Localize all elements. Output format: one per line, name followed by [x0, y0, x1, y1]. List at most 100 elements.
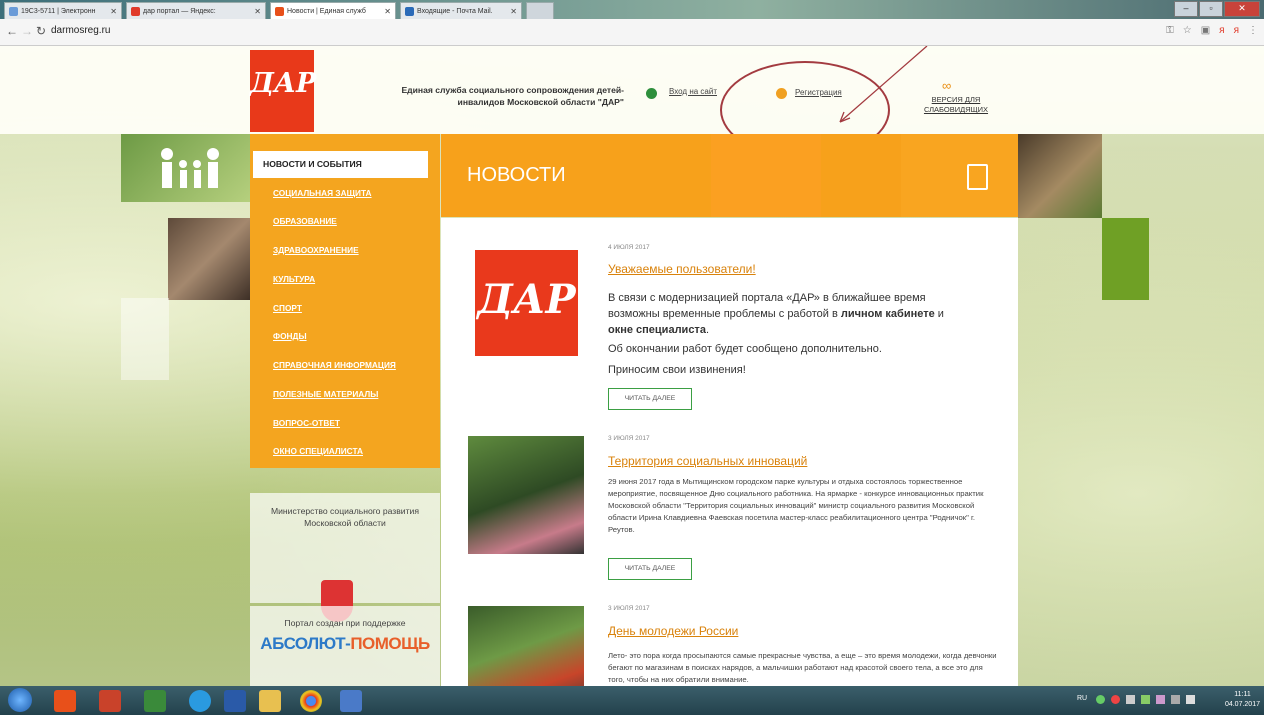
extension-icon[interactable]: ▣	[1201, 25, 1210, 36]
sidebar-item-faq[interactable]: ВОПРОС-ОТВЕТ	[273, 418, 340, 428]
tab-favicon-icon	[9, 7, 18, 16]
hands-photo-tile	[168, 218, 250, 300]
news-photo[interactable]	[468, 606, 584, 686]
news-banner: НОВОСТИ	[441, 134, 1018, 217]
new-tab-button[interactable]	[526, 2, 554, 19]
yandex-icon[interactable]: я	[1219, 25, 1224, 36]
sidebar-item-materials[interactable]: ПОЛЕЗНЫЕ МАТЕРИАЛЫ	[273, 389, 378, 399]
plant-photo-tile	[1018, 134, 1102, 218]
news-text: В связи с модернизацией портала «ДАР» в …	[608, 292, 944, 336]
windows-taskbar: RU 11:11 04.07.2017	[0, 686, 1264, 715]
tray-icon[interactable]	[1156, 695, 1165, 704]
tray-icon[interactable]	[1111, 695, 1120, 704]
news-text: 29 июня 2017 года в Мытищинском городско…	[608, 477, 984, 534]
sidebar-item-culture[interactable]: КУЛЬТУРА	[273, 274, 315, 284]
forward-icon[interactable]: →	[21, 24, 33, 38]
minimize-button[interactable]: –	[1174, 1, 1198, 17]
tab-favicon-icon	[405, 7, 414, 16]
maximize-button[interactable]: ▫	[1199, 1, 1223, 17]
ministry-label: Министерство социального развития Москов…	[270, 506, 420, 528]
sidebar-items: СОЦИАЛЬНАЯ ЗАЩИТА ОБРАЗОВАНИЕ ЗДРАВООХРА…	[250, 134, 440, 468]
support-box[interactable]: Портал создан при поддержке АБСОЛЮТ-ПОМО…	[250, 606, 440, 686]
annotation-arrow	[839, 46, 928, 123]
browser-tab-3-active[interactable]: Новости | Единая служб ✕	[270, 2, 396, 19]
page-title: НОВОСТИ	[467, 164, 566, 186]
decor-tile	[121, 298, 169, 380]
site-logo[interactable]: ДАР	[250, 50, 317, 132]
login-link[interactable]: Вход на сайт	[669, 87, 717, 96]
address-bar: ← → ↻ darmosreg.ru ⚿ ☆ ▣ я я ⋮	[0, 19, 1264, 46]
tab-label: 19С3-5711 | Электронн	[21, 8, 96, 15]
read-more-button[interactable]: ЧИТАТЬ ДАЛЕЕ	[608, 558, 692, 580]
folder-icon[interactable]	[259, 690, 281, 712]
news-title-link[interactable]: Уважаемые пользователи!	[608, 262, 756, 276]
tab-label: Входящие - Почта Mail.	[417, 8, 493, 15]
site-header	[0, 46, 1264, 134]
sidebar-item-funds[interactable]: ФОНДЫ	[273, 331, 307, 341]
thumb-logo-text: ДАР	[477, 276, 576, 323]
read-more-button[interactable]: ЧИТАТЬ ДАЛЕЕ	[608, 388, 692, 410]
telegram-icon[interactable]	[189, 690, 211, 712]
tray-icon[interactable]	[1096, 695, 1105, 704]
yandex-icon[interactable]: я	[1234, 25, 1239, 36]
news-thumbnail-logo[interactable]: ДАР	[475, 250, 578, 356]
clock-time: 11:11	[1234, 691, 1251, 698]
sidebar-item-education[interactable]: ОБРАЗОВАНИЕ	[273, 216, 337, 226]
absolut-pomoshch-logo: АБСОЛЮТ-ПОМОЩЬ	[260, 634, 430, 653]
tab-close-icon[interactable]: ✕	[110, 3, 117, 19]
browser-tab-bar: 19С3-5711 | Электронн ✕ дар портал — Янд…	[0, 0, 1264, 19]
network-icon[interactable]	[1171, 695, 1180, 704]
tray-icon[interactable]	[1126, 695, 1135, 704]
support-label: Портал создан при поддержке	[284, 618, 406, 628]
excel-icon[interactable]	[144, 690, 166, 712]
user-icon	[646, 88, 657, 99]
browser-tab-2[interactable]: дар портал — Яндекс: ✕	[126, 2, 266, 19]
browser-tab-4[interactable]: Входящие - Почта Mail. ✕	[400, 2, 522, 19]
close-window-button[interactable]: ✕	[1224, 1, 1260, 17]
news-date: 3 ИЮЛЯ 2017	[608, 435, 650, 442]
clock-date: 04.07.2017	[1224, 701, 1260, 708]
tab-close-icon[interactable]: ✕	[510, 3, 517, 19]
taskbar-app-icon[interactable]	[340, 690, 362, 712]
url-field[interactable]: darmosreg.ru	[51, 25, 110, 36]
volume-icon[interactable]	[1186, 695, 1195, 704]
decor-green-tile	[1102, 218, 1149, 300]
low-vision-version-link[interactable]: ВЕРСИЯ ДЛЯ СЛАБОВИДЯЩИХ	[922, 95, 990, 115]
tab-close-icon[interactable]: ✕	[384, 3, 391, 19]
chrome-icon[interactable]	[300, 690, 322, 712]
sidebar-item-specialist[interactable]: ОКНО СПЕЦИАЛИСТА	[273, 446, 363, 456]
browser-tab-1[interactable]: 19С3-5711 | Электронн ✕	[4, 2, 122, 19]
sidebar-item-sport[interactable]: СПОРТ	[273, 303, 302, 313]
powerpoint-icon[interactable]	[99, 690, 121, 712]
taskbar-app-icon[interactable]	[54, 690, 76, 712]
start-button-icon[interactable]	[8, 688, 32, 712]
menu-icon[interactable]: ⋮	[1248, 25, 1258, 36]
sidebar-item-reference[interactable]: СПРАВОЧНАЯ ИНФОРМАЦИЯ	[273, 360, 396, 370]
tray-icon[interactable]	[1141, 695, 1150, 704]
tab-close-icon[interactable]: ✕	[254, 3, 261, 19]
tab-label: дар портал — Яндекс:	[143, 8, 216, 15]
glasses-icon[interactable]: ∞	[942, 78, 951, 93]
sidebar-item-social[interactable]: СОЦИАЛЬНАЯ ЗАЩИТА	[273, 188, 372, 198]
address-bar-icons: ⚿ ☆ ▣ я я ⋮	[1166, 25, 1258, 36]
bookmark-star-icon[interactable]: ☆	[1183, 25, 1192, 36]
tab-favicon-icon	[131, 7, 140, 16]
window-controls: – ▫ ✕	[1174, 1, 1260, 17]
word-icon[interactable]	[224, 690, 246, 712]
language-indicator[interactable]: RU	[1077, 695, 1087, 702]
tab-favicon-icon	[275, 7, 284, 16]
reload-icon[interactable]: ↻	[36, 24, 46, 38]
news-title-link[interactable]: Территория социальных инноваций	[608, 454, 807, 468]
news-photo[interactable]	[468, 436, 584, 554]
system-clock[interactable]: 11:11 04.07.2017	[1225, 690, 1260, 710]
logo-text: ДАР	[250, 68, 317, 99]
back-icon[interactable]: ←	[6, 24, 18, 38]
newspaper-icon	[967, 164, 988, 190]
news-title-link[interactable]: День молодежи России	[608, 624, 738, 638]
family-silhouette-icon	[121, 134, 251, 202]
system-tray	[1096, 695, 1195, 704]
news-text: Приносим свои извинения!	[608, 364, 746, 376]
sidebar-item-health[interactable]: ЗДРАВООХРАНЕНИЕ	[273, 245, 359, 255]
key-icon[interactable]: ⚿	[1166, 25, 1174, 36]
news-date: 3 ИЮЛЯ 2017	[608, 605, 650, 612]
